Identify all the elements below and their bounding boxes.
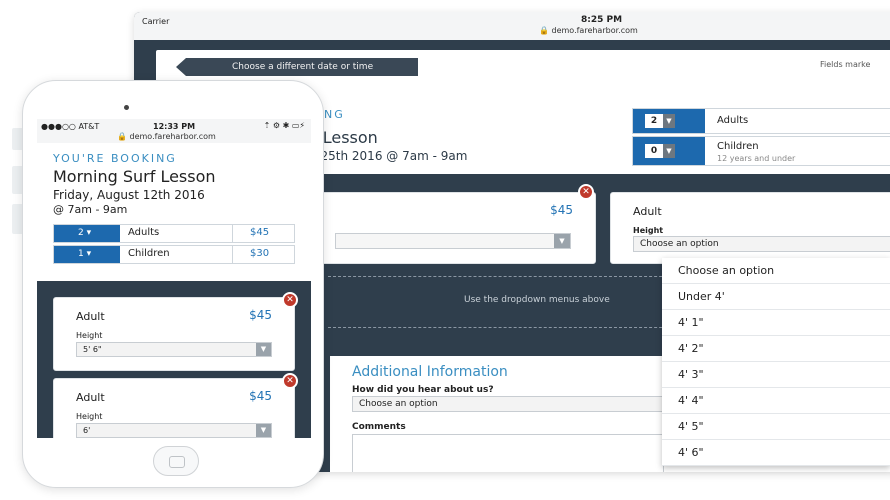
customer-type: Adult — [76, 310, 105, 323]
adults-count: 2 — [645, 114, 663, 128]
children-quantity-row: 1 ▾ Children $30 — [53, 245, 295, 264]
height-option[interactable]: 4' 1" — [662, 310, 890, 336]
adults-quantity-row: 2 ▼ Adults — [632, 108, 890, 134]
divider — [232, 225, 233, 242]
url-bar[interactable]: 🔒 demo.fareharbor.com — [539, 26, 638, 35]
adults-label: Adults — [128, 227, 160, 238]
chevron-down-icon: ▼ — [663, 144, 675, 158]
customer-type: Adult — [633, 205, 662, 218]
url-bar[interactable]: 🔒 demo.fareharbor.com — [117, 132, 216, 141]
tablet-status-bar: Carrier 8:25 PM 🔒 demo.fareharbor.com — [134, 12, 890, 40]
activity-time: @ 7am - 9am — [53, 203, 128, 216]
adults-quantity-row: 2 ▾ Adults $45 — [53, 224, 295, 243]
height-select[interactable]: 6' ▼ — [76, 423, 272, 438]
height-dropdown-menu: Choose an option Under 4' 4' 1" 4' 2" 4'… — [662, 258, 890, 466]
height-select[interactable]: Choose an option — [633, 236, 890, 252]
customer-card: Adult $45 Height 5' 6" ▼ ✕ — [53, 292, 298, 371]
children-label: Children — [128, 248, 170, 259]
youre-booking-heading: YOU'RE BOOKING — [53, 152, 177, 165]
carrier-label: Carrier — [142, 17, 170, 26]
height-option[interactable]: 4' 4" — [662, 388, 890, 414]
height-option[interactable]: Choose an option — [662, 258, 890, 284]
customer-card: $45 ▼ — [310, 192, 596, 264]
height-option[interactable]: 4' 2" — [662, 336, 890, 362]
home-button[interactable] — [153, 446, 199, 476]
chevron-down-icon: ▼ — [256, 343, 271, 356]
referral-select[interactable]: Choose an option — [352, 396, 664, 412]
height-select[interactable]: 5' 6" ▼ — [76, 342, 272, 357]
remove-customer-icon[interactable]: ✕ — [578, 184, 594, 200]
height-select[interactable]: ▼ — [335, 233, 571, 249]
dropdown-hint: Use the dropdown menus above — [464, 295, 610, 305]
comments-textarea[interactable] — [352, 434, 664, 472]
product-showcase: Carrier 8:25 PM 🔒 demo.fareharbor.com Ch… — [0, 0, 890, 500]
booking-summary: YOU'RE BOOKING Morning Surf Lesson Frida… — [37, 143, 311, 281]
children-count: 0 — [645, 144, 663, 158]
referral-question-label: How did you hear about us? — [352, 385, 494, 395]
children-quantity-row: 0 ▼ Children 12 years and under — [632, 136, 890, 166]
customer-price: $45 — [249, 308, 272, 322]
height-option[interactable]: 4' 6" — [662, 440, 890, 466]
remove-customer-icon[interactable]: ✕ — [282, 373, 298, 389]
phone-screen: ●●●○○ AT&T 12:33 PM ⇡ ⚙ ✱ ▭⚡ 🔒 demo.fare… — [37, 119, 311, 438]
youre-booking-heading: NG — [324, 108, 345, 121]
battery-icon: ⇡ ⚙ ✱ ▭⚡ — [263, 121, 305, 130]
chevron-down-icon: ▼ — [256, 424, 271, 437]
children-price: $30 — [250, 248, 270, 259]
children-quantity-select[interactable]: 0 ▼ — [633, 137, 705, 165]
activity-date: t 25th 2016 @ 7am - 9am — [312, 149, 468, 163]
customer-card: Adult $45 Height 6' ▼ ✕ — [53, 373, 298, 438]
status-time: 12:33 PM — [153, 122, 196, 131]
customer-card: Adult Height Choose an option — [610, 192, 890, 264]
status-time: 8:25 PM — [581, 15, 623, 25]
customer-price: $45 — [550, 203, 573, 217]
additional-info-title: Additional Information — [352, 364, 508, 380]
back-to-date-button[interactable]: Choose a different date or time — [176, 58, 418, 76]
height-option[interactable]: 4' 3" — [662, 362, 890, 388]
required-fields-note: Fields marke — [820, 60, 871, 69]
activity-date: Friday, August 12th 2016 — [53, 188, 205, 202]
camera-dot — [124, 105, 129, 110]
height-value: 6' — [83, 426, 91, 435]
height-option[interactable]: 4' 5" — [662, 414, 890, 440]
charging-icon: ⚡ — [299, 121, 305, 130]
remove-customer-icon[interactable]: ✕ — [282, 292, 298, 308]
adults-label: Adults — [717, 115, 749, 126]
customer-type: Adult — [76, 391, 105, 404]
children-age-note: 12 years and under — [717, 154, 796, 163]
customer-price: $45 — [249, 389, 272, 403]
height-label: Height — [76, 331, 103, 340]
comments-label: Comments — [352, 422, 406, 432]
height-option[interactable]: Under 4' — [662, 284, 890, 310]
url-text: demo.fareharbor.com — [129, 132, 216, 141]
chevron-down-icon: ▼ — [663, 114, 675, 128]
divider — [232, 246, 233, 263]
adults-quantity-select[interactable]: 2 ▼ — [633, 109, 705, 133]
children-label: Children — [717, 141, 759, 152]
phone-device: ●●●○○ AT&T 12:33 PM ⇡ ⚙ ✱ ▭⚡ 🔒 demo.fare… — [22, 80, 324, 488]
children-quantity-select[interactable]: 1 ▾ — [54, 246, 120, 263]
adults-quantity-select[interactable]: 2 ▾ — [54, 225, 120, 242]
adults-price: $45 — [250, 227, 270, 238]
phone-status-bar: ●●●○○ AT&T 12:33 PM ⇡ ⚙ ✱ ▭⚡ 🔒 demo.fare… — [37, 119, 311, 143]
height-label: Height — [76, 412, 103, 421]
chevron-down-icon: ▼ — [554, 234, 570, 248]
height-label: Height — [633, 226, 664, 235]
url-text: demo.fareharbor.com — [551, 26, 638, 35]
height-value: 5' 6" — [83, 345, 102, 354]
carrier-label: ●●●○○ AT&T — [41, 122, 100, 131]
activity-title: Morning Surf Lesson — [53, 167, 216, 186]
